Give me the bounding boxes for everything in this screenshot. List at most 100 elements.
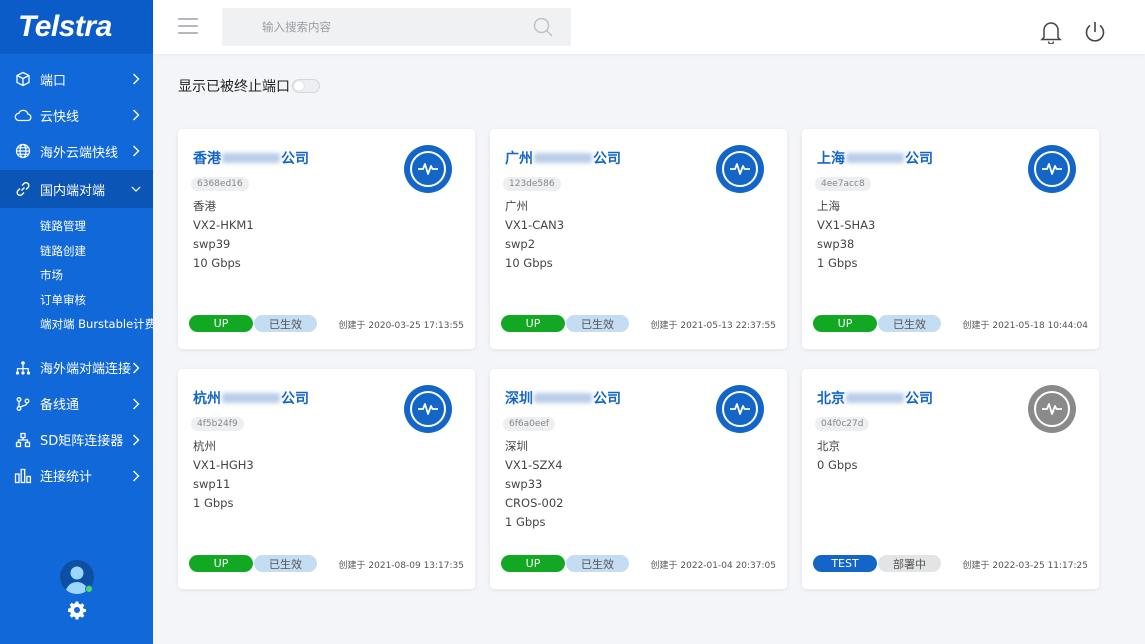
card-detail: VX1-CAN3 [505,218,565,232]
matrix-icon [14,431,32,449]
card-detail: 广州 [505,199,528,213]
chevron-right-icon [131,109,141,121]
port-card[interactable]: 广州 公司 123de586 广州 VX1-CAN3 swp2 10 Gbps U… [490,129,787,349]
card-title-suffix: 公司 [281,151,309,167]
top-bar [153,0,1145,54]
sidebar-item-label: 备线通 [40,398,80,413]
port-card[interactable]: 香港 公司 6368ed16 香港 VX2-HKM1 swp39 10 Gbps … [178,129,475,349]
card-details: 广州 VX1-CAN3 swp2 10 Gbps [505,197,564,273]
card-title-prefix: 香港 [193,151,221,167]
card-id-badge: 6368ed16 [191,177,249,191]
card-title[interactable]: 广州 公司 [505,148,621,168]
chevron-down-icon [131,184,141,194]
created-timestamp: 创建于 2020-03-25 17:13:55 [338,321,464,331]
toggle-label: 显示已被终止端口 [178,79,290,95]
chevron-right-icon [131,470,141,481]
state-badge: 已生效 [566,315,629,332]
online-status-dot [85,585,93,593]
sidebar-item-label: 海外端对端连接 [39,362,131,377]
sidebar-submenu: 链路管理 链路创建 市场 订单审核 端对端 Burstable计费 [0,214,156,337]
sidebar-item-overseas-e2e[interactable]: 海外端对端连接 [0,351,153,385]
card-title-suffix: 公司 [281,391,309,407]
bell-icon[interactable] [1040,20,1062,45]
card-detail: swp2 [505,237,536,251]
created-timestamp: 创建于 2022-01-04 20:37:05 [650,561,776,571]
card-detail: swp11 [193,477,231,491]
card-detail: 1 Gbps [193,496,234,510]
port-card[interactable]: 上海 公司 4ee7acc8 上海 VX1-SHA3 swp38 1 Gbps U… [802,129,1099,349]
card-detail: VX2-HKM1 [193,218,254,232]
activity-icon [716,385,764,433]
port-card[interactable]: 北京 公司 04f0c27d 北京 0 Gbps TEST 部署中 创建于 202… [802,369,1099,589]
logo[interactable]: Telstra [0,0,153,54]
card-detail: CROS-002 [505,496,564,510]
card-detail: 10 Gbps [193,256,241,270]
card-detail: 北京 [817,439,840,453]
sidebar: Telstra 端口 云快线 海外云端快线 国内端对端 链路管理 链路创建 市场… [0,0,156,644]
card-title-prefix: 上海 [817,151,845,167]
card-details: 香港 VX2-HKM1 swp39 10 Gbps [193,197,254,273]
search-box [222,8,571,46]
state-badge: 已生效 [254,315,317,332]
redacted-text [846,153,904,163]
show-terminated-toggle[interactable] [292,79,320,93]
created-timestamp: 创建于 2022-03-25 11:17:25 [962,561,1088,571]
activity-icon [404,145,452,193]
card-detail: 深圳 [505,439,528,453]
card-title[interactable]: 杭州 公司 [193,388,309,408]
port-card[interactable]: 杭州 公司 4f5b24f9 杭州 VX1-HGH3 swp11 1 Gbps U… [178,369,475,589]
card-details: 北京 0 Gbps [817,437,857,475]
card-detail: swp39 [193,237,231,251]
power-icon[interactable] [1084,20,1106,44]
state-badge: 已生效 [878,315,941,332]
chevron-right-icon [131,145,141,157]
card-title[interactable]: 上海 公司 [817,148,933,168]
card-detail: 0 Gbps [817,458,858,472]
state-badge: 已生效 [566,555,629,572]
card-details: 杭州 VX1-HGH3 swp11 1 Gbps [193,437,254,513]
sidebar-subitem-order-review[interactable]: 订单审核 [0,288,153,313]
card-title-prefix: 广州 [505,151,533,167]
search-input[interactable] [222,8,502,46]
card-detail: VX1-SZX4 [505,458,563,472]
card-detail: 1 Gbps [817,256,858,270]
menu-icon[interactable] [178,18,198,34]
sidebar-item-backup-line[interactable]: 备线通 [0,387,153,421]
cloud-icon [14,106,32,124]
card-title-suffix: 公司 [593,151,621,167]
chevron-right-icon [131,434,141,445]
created-timestamp: 创建于 2021-05-18 10:44:04 [962,321,1088,331]
activity-icon [1028,385,1076,433]
redacted-text [534,393,592,403]
sidebar-item-connection-stats[interactable]: 连接统计 [0,459,153,493]
sidebar-item-overseas-cloud[interactable]: 海外云端快线 [0,134,153,168]
port-card[interactable]: 深圳 公司 6f6a0eef 深圳 VX1-SZX4 swp33 CROS-002… [490,369,787,589]
activity-icon [716,145,764,193]
card-detail: 香港 [193,199,216,213]
card-title-suffix: 公司 [905,391,933,407]
sidebar-subitem-burstable-billing[interactable]: 端对端 Burstable计费 [0,312,156,337]
card-title[interactable]: 深圳 公司 [505,388,621,408]
status-badge: UP [501,315,565,332]
card-detail: 1 Gbps [505,515,546,529]
sidebar-item-sd-matrix[interactable]: SD矩阵连接器 [0,423,153,457]
sidebar-subitem-link-create[interactable]: 链路创建 [0,239,153,264]
status-badge: UP [189,555,253,572]
sidebar-item-cloud[interactable]: 云快线 [0,98,153,132]
gear-icon[interactable] [67,600,87,620]
sidebar-subitem-link-management[interactable]: 链路管理 [0,214,153,239]
card-id-badge: 123de586 [503,177,561,191]
sidebar-item-domestic-e2e[interactable]: 国内端对端 [0,170,153,208]
status-badge: UP [189,315,253,332]
card-title[interactable]: 香港 公司 [193,148,309,168]
sidebar-item-ports[interactable]: 端口 [0,62,153,96]
card-title[interactable]: 北京 公司 [817,388,933,408]
network-tree-icon [14,359,32,377]
search-icon[interactable] [533,17,553,37]
created-timestamp: 创建于 2021-05-13 22:37:55 [650,321,776,331]
sidebar-subitem-market[interactable]: 市场 [0,263,153,288]
sidebar-item-label: 端口 [40,73,67,89]
created-timestamp: 创建于 2021-08-09 13:17:35 [338,561,464,571]
cube-icon [14,70,32,88]
bar-chart-icon [14,467,32,485]
